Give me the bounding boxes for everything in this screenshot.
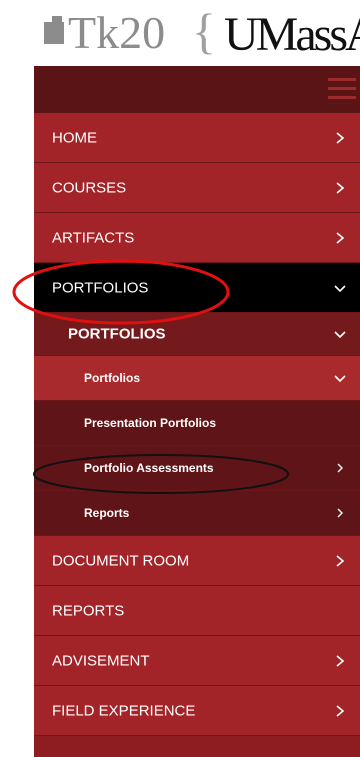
chevron-right-icon <box>337 463 343 473</box>
nav-item-advisement[interactable]: ADVISEMENT <box>34 636 360 686</box>
nav-item-home[interactable]: HOME <box>34 113 360 163</box>
nav-item-label: PORTFOLIOS <box>52 279 149 296</box>
logo-institution: UMassAm <box>224 8 360 61</box>
chevron-right-icon <box>336 704 345 717</box>
nav-item-courses[interactable]: COURSES <box>34 163 360 213</box>
nav-subitem-reports[interactable]: Reports <box>34 491 360 536</box>
nav-item-label: DOCUMENT ROOM <box>52 552 190 569</box>
logo-icon <box>44 16 64 44</box>
nav-item-label: Portfolios <box>84 371 140 385</box>
nav-subitem-presentation-portfolios[interactable]: Presentation Portfolios <box>34 401 360 446</box>
nav-item-label: ARTIFACTS <box>52 229 135 246</box>
chevron-right-icon <box>336 181 345 194</box>
nav-item-label: HOME <box>52 129 97 146</box>
nav-item-reports[interactable]: REPORTS <box>34 586 360 636</box>
nav-item-label: REPORTS <box>52 602 125 619</box>
chevron-right-icon <box>336 131 345 144</box>
chevron-right-icon <box>337 508 343 518</box>
chevron-right-icon <box>336 554 345 567</box>
nav-item-portfolios[interactable]: PORTFOLIOS <box>34 263 360 313</box>
nav-item-label: FIELD EXPERIENCE <box>52 702 196 719</box>
chevron-down-icon <box>334 331 346 339</box>
hamburger-menu-icon[interactable] <box>328 78 356 100</box>
nav-item-label: COURSES <box>52 179 127 196</box>
sidebar-nav: HOME COURSES ARTIFACTS PORTFOLIOS PORTFO… <box>34 66 360 757</box>
nav-item-field-experience[interactable]: FIELD EXPERIENCE <box>34 686 360 736</box>
nav-subitem-portfolios[interactable]: PORTFOLIOS <box>34 313 360 356</box>
nav-item-label: Reports <box>84 506 130 520</box>
app-header: Tk20 { UMassAm <box>0 0 360 66</box>
chevron-right-icon <box>336 231 345 244</box>
nav-item-label: Presentation Portfolios <box>84 416 217 430</box>
chevron-down-icon <box>334 284 346 292</box>
nav-subitem-portfolios-group[interactable]: Portfolios <box>34 356 360 401</box>
nav-item-document-room[interactable]: DOCUMENT ROOM <box>34 536 360 586</box>
sidebar-topbar <box>34 66 360 113</box>
chevron-down-icon <box>334 375 346 383</box>
nav-item-label: Portfolio Assessments <box>84 461 214 475</box>
nav-item-label: PORTFOLIOS <box>68 325 166 343</box>
nav-subitem-portfolio-assessments[interactable]: Portfolio Assessments <box>34 446 360 491</box>
logo-app-name: Tk20 <box>68 7 166 58</box>
nav-item-artifacts[interactable]: ARTIFACTS <box>34 213 360 263</box>
nav-item-label: ADVISEMENT <box>52 652 150 669</box>
chevron-right-icon <box>336 654 345 667</box>
logo-brace: { <box>192 3 216 59</box>
